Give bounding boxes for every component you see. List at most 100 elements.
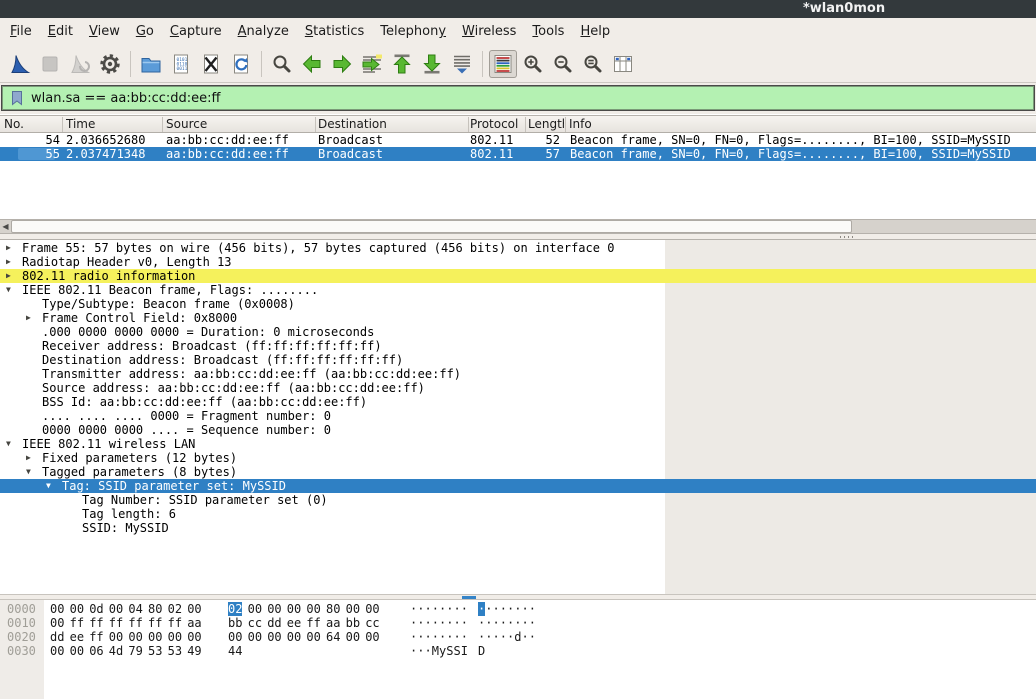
collapse-arrow-icon[interactable]: ▼ bbox=[6, 437, 11, 451]
column-header-destination[interactable]: Destination bbox=[318, 117, 387, 131]
hex-ascii-char[interactable]: · bbox=[493, 630, 500, 644]
column-separator[interactable] bbox=[565, 117, 566, 132]
hex-byte[interactable]: bb bbox=[228, 616, 242, 630]
hex-byte[interactable]: 00 bbox=[228, 630, 242, 644]
hex-byte[interactable]: ff bbox=[128, 616, 142, 630]
hex-byte[interactable]: aa bbox=[326, 616, 340, 630]
file-save-icon[interactable]: 010101100011 bbox=[167, 50, 195, 78]
hex-ascii-char[interactable]: · bbox=[478, 630, 485, 644]
hex-byte[interactable]: 00 bbox=[346, 602, 360, 616]
hex-ascii-char[interactable]: · bbox=[446, 630, 453, 644]
hex-byte[interactable]: 00 bbox=[50, 602, 64, 616]
hex-ascii-char[interactable]: · bbox=[522, 616, 529, 630]
hex-byte[interactable]: 00 bbox=[187, 630, 201, 644]
hex-byte[interactable]: ff bbox=[89, 616, 103, 630]
hex-byte[interactable]: 00 bbox=[50, 644, 64, 658]
collapse-arrow-icon[interactable]: ▼ bbox=[46, 479, 51, 493]
detail-row[interactable]: .000 0000 0000 0000 = Duration: 0 micros… bbox=[0, 325, 1036, 339]
hex-byte[interactable]: 04 bbox=[128, 602, 142, 616]
zoom-in-icon[interactable] bbox=[519, 50, 547, 78]
detail-row[interactable]: ▶Frame Control Field: 0x8000 bbox=[0, 311, 1036, 325]
hex-ascii-char[interactable]: M bbox=[432, 644, 439, 658]
expand-arrow-icon[interactable]: ▶ bbox=[26, 311, 31, 325]
hex-byte[interactable]: 00 bbox=[128, 630, 142, 644]
hex-ascii-char[interactable]: · bbox=[432, 602, 439, 616]
hex-ascii-char[interactable]: D bbox=[478, 644, 485, 658]
hex-byte[interactable]: 00 bbox=[365, 602, 379, 616]
hex-byte[interactable]: cc bbox=[365, 616, 379, 630]
hex-ascii-char[interactable]: · bbox=[478, 602, 485, 616]
hex-byte[interactable]: 02 bbox=[168, 602, 182, 616]
hex-ascii-char[interactable]: · bbox=[454, 630, 461, 644]
hex-ascii-char[interactable]: S bbox=[446, 644, 453, 658]
menu-capture[interactable]: Capture bbox=[162, 18, 230, 46]
hex-byte[interactable]: 00 bbox=[168, 630, 182, 644]
detail-row[interactable]: .... .... .... 0000 = Fragment number: 0 bbox=[0, 409, 1036, 423]
detail-row[interactable]: Tag Number: SSID parameter set (0) bbox=[0, 493, 1036, 507]
go-forward-icon[interactable] bbox=[328, 50, 356, 78]
hex-byte[interactable]: 00 bbox=[50, 616, 64, 630]
scrollbar-left-arrow-icon[interactable]: ◀ bbox=[0, 220, 11, 233]
menu-telephony[interactable]: Telephony bbox=[372, 18, 454, 46]
detail-row[interactable]: ▶Radiotap Header v0, Length 13 bbox=[0, 255, 1036, 269]
column-separator[interactable] bbox=[315, 117, 316, 132]
hex-byte[interactable]: ff bbox=[168, 616, 182, 630]
hex-ascii-char[interactable]: · bbox=[485, 630, 492, 644]
expand-arrow-icon[interactable]: ▶ bbox=[26, 451, 31, 465]
hex-byte[interactable]: 00 bbox=[148, 630, 162, 644]
hex-ascii-char[interactable]: · bbox=[507, 602, 514, 616]
detail-row[interactable]: ▶802.11 radio information bbox=[0, 269, 1036, 283]
hex-ascii-char[interactable]: · bbox=[425, 602, 432, 616]
hex-byte[interactable]: ee bbox=[287, 616, 301, 630]
file-open-icon[interactable] bbox=[137, 50, 165, 78]
hex-byte[interactable]: ff bbox=[148, 616, 162, 630]
file-reload-icon[interactable] bbox=[227, 50, 255, 78]
hex-ascii-char[interactable]: · bbox=[425, 644, 432, 658]
menu-analyze[interactable]: Analyze bbox=[230, 18, 297, 46]
hex-byte[interactable]: 00 bbox=[365, 630, 379, 644]
hex-byte[interactable]: 64 bbox=[326, 630, 340, 644]
zoom-out-icon[interactable] bbox=[549, 50, 577, 78]
capture-options-icon[interactable] bbox=[96, 50, 124, 78]
hex-ascii-char[interactable]: · bbox=[410, 616, 417, 630]
column-header-time[interactable]: Time bbox=[66, 117, 95, 131]
go-back-icon[interactable] bbox=[298, 50, 326, 78]
hex-ascii-char[interactable]: · bbox=[529, 630, 536, 644]
hex-byte[interactable]: 00 bbox=[287, 630, 301, 644]
hex-byte[interactable]: cc bbox=[248, 616, 262, 630]
column-header-protocol[interactable]: Protocol bbox=[470, 117, 518, 131]
hex-byte[interactable]: dd bbox=[50, 630, 64, 644]
hex-ascii-char[interactable]: · bbox=[410, 630, 417, 644]
expand-arrow-icon[interactable]: ▶ bbox=[6, 241, 11, 255]
detail-row[interactable]: Transmitter address: aa:bb:cc:dd:ee:ff (… bbox=[0, 367, 1036, 381]
hex-byte[interactable]: 00 bbox=[109, 602, 123, 616]
collapse-arrow-icon[interactable]: ▼ bbox=[26, 465, 31, 479]
menu-statistics[interactable]: Statistics bbox=[297, 18, 372, 46]
hex-byte[interactable]: 53 bbox=[148, 644, 162, 658]
find-packet-icon[interactable] bbox=[268, 50, 296, 78]
hex-ascii-char[interactable]: · bbox=[425, 630, 432, 644]
hex-byte[interactable]: 00 bbox=[248, 602, 262, 616]
hex-ascii-char[interactable]: · bbox=[529, 602, 536, 616]
hex-ascii-char[interactable]: · bbox=[439, 616, 446, 630]
hex-byte[interactable]: ff bbox=[306, 616, 320, 630]
hex-byte[interactable]: 80 bbox=[326, 602, 340, 616]
capture-start-icon[interactable] bbox=[6, 50, 34, 78]
column-header-no[interactable]: No. bbox=[4, 117, 24, 131]
hex-ascii-char[interactable]: · bbox=[410, 644, 417, 658]
column-separator[interactable] bbox=[525, 117, 526, 132]
menu-help[interactable]: Help bbox=[572, 18, 618, 46]
hex-ascii-char[interactable]: · bbox=[500, 602, 507, 616]
filter-bookmark-icon[interactable] bbox=[6, 88, 28, 108]
hex-ascii-char[interactable]: · bbox=[461, 616, 468, 630]
hex-byte[interactable]: 0d bbox=[89, 602, 103, 616]
detail-row[interactable]: Receiver address: Broadcast (ff:ff:ff:ff… bbox=[0, 339, 1036, 353]
hex-byte[interactable]: 00 bbox=[306, 630, 320, 644]
column-header-info[interactable]: Info bbox=[569, 117, 592, 131]
hex-byte[interactable]: 00 bbox=[109, 630, 123, 644]
go-to-packet-icon[interactable] bbox=[358, 50, 386, 78]
hex-byte[interactable]: 00 bbox=[267, 602, 281, 616]
detail-row[interactable]: SSID: MySSID bbox=[0, 521, 1036, 535]
detail-row[interactable]: Tag length: 6 bbox=[0, 507, 1036, 521]
hex-ascii-char[interactable]: · bbox=[432, 630, 439, 644]
